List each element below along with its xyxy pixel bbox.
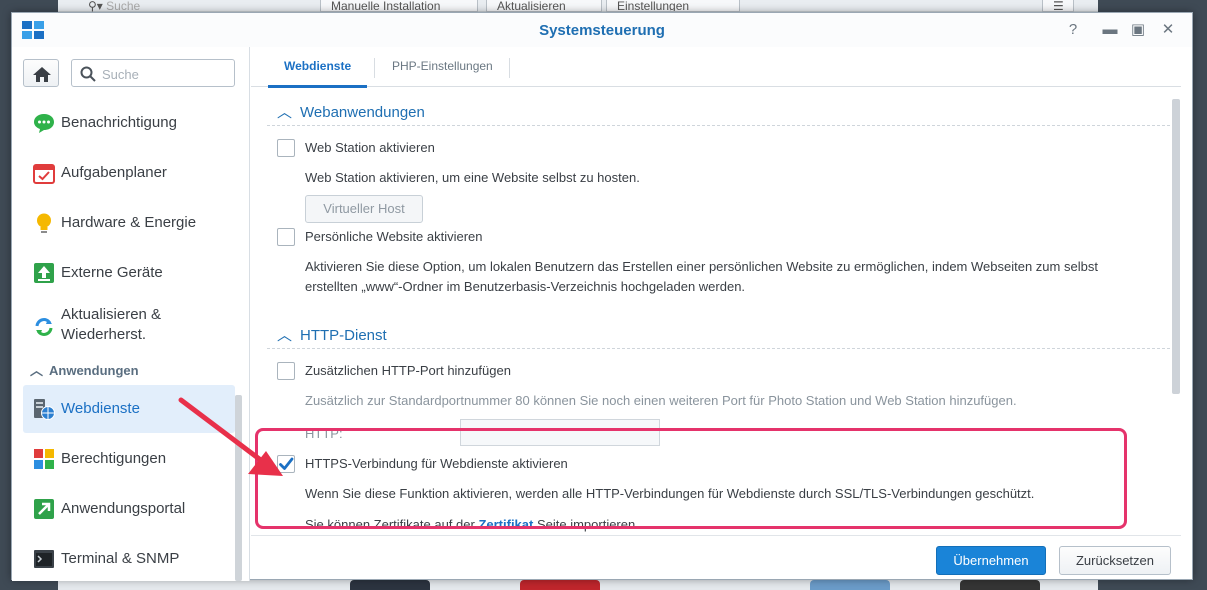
chevron-up-icon: ︿ [277, 327, 293, 344]
sidebar-item-notification[interactable]: Benachrichtigung [23, 99, 235, 147]
lightbulb-icon [37, 213, 51, 233]
sidebar-item-label: Hardware & Energie [61, 214, 197, 231]
tab-php-settings[interactable]: PHP-Einstellungen [376, 53, 509, 87]
reset-button[interactable]: Zurücksetzen [1059, 546, 1171, 575]
annotation-highlight-box [255, 428, 1127, 529]
virtual-host-button[interactable]: Virtueller Host [305, 195, 423, 223]
home-button[interactable] [23, 59, 59, 87]
tab-divider [374, 58, 375, 78]
tab-bar: Webdienste PHP-Einstellungen [251, 47, 1181, 88]
minimize-icon[interactable]: ▬ [1101, 21, 1119, 39]
permissions-icon [34, 449, 54, 469]
sidebar-item-label: Terminal & SNMP [61, 550, 180, 567]
sidebar-item-web-services[interactable]: Webdienste [23, 385, 235, 433]
personal-website-description-line2: erstellten „www“-Ordner im Benutzerbasis… [305, 279, 746, 294]
personal-website-checkbox[interactable] [277, 228, 295, 246]
background-manual-install-button: Manuelle Installation [320, 0, 478, 12]
tab-divider [509, 58, 510, 78]
sidebar-item-label: Aufgabenplaner [61, 164, 167, 181]
section-http-service[interactable]: ︿ HTTP-Dienst [277, 324, 387, 345]
background-tile [350, 580, 430, 590]
terminal-icon [34, 550, 54, 568]
background-search-icon: ⚲▾ [88, 0, 103, 12]
title-bar[interactable]: Systemsteuerung ? ▬ ▣ ✕ [12, 13, 1192, 47]
help-icon[interactable]: ? [1064, 21, 1082, 39]
tab-web-services[interactable]: Webdienste [268, 53, 368, 88]
section-web-applications[interactable]: ︿ Webanwendungen [277, 101, 425, 122]
background-search: ⚲▾ Suche [88, 0, 141, 12]
background-list-icon: ☰ [1042, 0, 1074, 12]
home-icon [33, 67, 51, 82]
sidebar-item-task-scheduler[interactable]: Aufgabenplaner [23, 149, 235, 197]
background-tile [960, 580, 1040, 590]
chat-bubble-icon [34, 114, 54, 133]
refresh-icon [35, 318, 53, 336]
section-divider [267, 348, 1180, 349]
chevron-up-icon: ︿ [277, 104, 293, 121]
personal-website-label: Persönliche Website aktivieren [305, 229, 483, 244]
search-icon [80, 66, 96, 82]
close-icon[interactable]: ✕ [1159, 21, 1177, 39]
sidebar-section-applications[interactable]: ︿ Anwendungen [30, 360, 139, 379]
upload-icon [34, 263, 54, 283]
webstation-label: Web Station aktivieren [305, 140, 435, 155]
sidebar-item-label: Externe Geräte [61, 264, 163, 281]
footer-bar: Übernehmen Zurücksetzen [251, 535, 1181, 581]
sidebar-item-hardware[interactable]: Hardware & Energie [23, 199, 235, 247]
background-update-button: Aktualisieren [486, 0, 602, 12]
background-tile [520, 580, 600, 590]
sidebar-item-label: Berechtigungen [61, 450, 167, 467]
sidebar-item-terminal[interactable]: Terminal & SNMP [23, 535, 235, 581]
content-scrollbar[interactable] [1172, 99, 1180, 394]
background-tile [810, 580, 890, 590]
sidebar: Benachrichtigung Aufgabenplaner Hardware… [12, 47, 250, 581]
extra-http-port-label: Zusätzlichen HTTP-Port hinzufügen [305, 363, 511, 378]
sidebar-item-external-devices[interactable]: Externe Geräte [23, 249, 235, 297]
extra-http-port-description: Zusätzlich zur Standardportnummer 80 kön… [305, 393, 1017, 408]
search-input[interactable] [100, 64, 228, 84]
sidebar-item-label: Webdienste [61, 400, 140, 417]
sidebar-item-label: Anwendungsportal [61, 500, 186, 517]
sidebar-item-label: Benachrichtigung [61, 114, 177, 131]
webstation-description: Web Station aktivieren, um eine Website … [305, 170, 640, 185]
sidebar-item-application-portal[interactable]: Anwendungsportal [23, 485, 235, 533]
web-services-icon [34, 399, 55, 420]
chevron-up-icon: ︿ [30, 363, 44, 378]
personal-website-description-line1: Aktivieren Sie diese Option, um lokalen … [305, 259, 1098, 274]
webstation-checkbox[interactable] [277, 139, 295, 157]
background-window-toolbar: ⚲▾ Suche Manuelle Installation Aktualisi… [58, 0, 1098, 12]
apply-button[interactable]: Übernehmen [936, 546, 1046, 575]
section-divider [267, 125, 1180, 126]
maximize-icon[interactable]: ▣ [1129, 21, 1147, 39]
window-title: Systemsteuerung [539, 22, 665, 39]
sidebar-search[interactable] [71, 59, 235, 87]
sidebar-item-label: Aktualisieren & Wiederherst. [61, 306, 162, 343]
sidebar-scrollbar[interactable] [235, 395, 242, 581]
portal-icon [34, 499, 54, 519]
sidebar-item-update-restore[interactable]: Aktualisieren & Wiederherst. [23, 299, 235, 355]
sidebar-item-permissions[interactable]: Berechtigungen [23, 435, 235, 483]
calendar-icon [33, 164, 55, 184]
background-settings-button: Einstellungen [606, 0, 740, 12]
extra-http-port-checkbox[interactable] [277, 362, 295, 380]
